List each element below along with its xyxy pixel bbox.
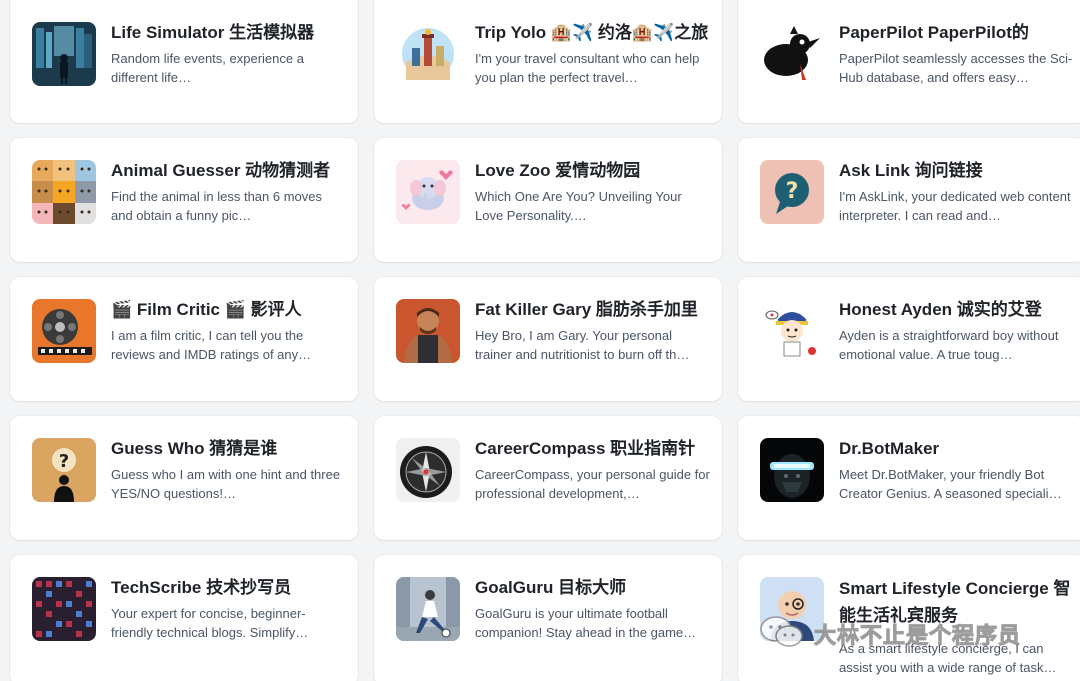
card-life-simulator[interactable]: Life Simulator 生活模拟器 Random life events,… bbox=[10, 0, 358, 123]
svg-text:?: ? bbox=[786, 179, 799, 204]
card-title: Fat Killer Gary 脂肪杀手加里 bbox=[475, 300, 698, 319]
question-bubble-thumbnail: ? bbox=[760, 160, 824, 224]
card-goalguru[interactable]: GoalGuru 目标大师 GoalGuru is your ultimate … bbox=[374, 555, 722, 681]
card-title: CareerCompass 职业指南针 bbox=[475, 439, 696, 458]
card-title: TechScribe 技术抄写员 bbox=[111, 578, 292, 597]
pink-elephant-thumbnail bbox=[396, 160, 460, 224]
watermark-text: 大林不止是个程序员 bbox=[813, 623, 1022, 649]
card-title: Animal Guesser 动物猜测者 bbox=[111, 161, 331, 180]
card-fat-killer-gary[interactable]: Fat Killer Gary 脂肪杀手加里 Hey Bro, I am Gar… bbox=[374, 277, 722, 401]
card-description: Guess who I am with one hint and three Y… bbox=[111, 467, 341, 501]
card-techscribe[interactable]: TechScribe 技术抄写员 Your expert for concise… bbox=[10, 555, 358, 681]
svg-text:?: ? bbox=[59, 451, 69, 472]
travel-globe-thumbnail bbox=[396, 22, 460, 86]
card-title: Life Simulator 生活模拟器 bbox=[111, 23, 315, 42]
card-honest-ayden[interactable]: Honest Ayden 诚实的艾登 Ayden is a straightfo… bbox=[738, 277, 1080, 401]
football-player-thumbnail bbox=[396, 577, 460, 641]
card-description: Ayden is a straightforward boy without e… bbox=[839, 328, 1059, 362]
card-animal-guesser[interactable]: Animal Guesser 动物猜测者 Find the animal in … bbox=[10, 138, 358, 262]
card-dr-botmaker[interactable]: Dr.BotMaker Meet Dr.BotMaker, your frien… bbox=[738, 416, 1080, 540]
card-ask-link[interactable]: ? Ask Link 询问链接 I'm AskLink, your dedica… bbox=[738, 138, 1080, 262]
muscle-trainer-thumbnail bbox=[396, 299, 460, 363]
card-trip-yolo[interactable]: Trip Yolo 🏨✈️ 约洛🏨✈️之旅 I'm your travel co… bbox=[374, 0, 722, 123]
card-title: Love Zoo 爱情动物园 bbox=[475, 161, 641, 180]
card-title: 🎬 Film Critic 🎬 影评人 bbox=[111, 300, 302, 319]
card-love-zoo[interactable]: Love Zoo 爱情动物园 Which One Are You? Unveil… bbox=[374, 138, 722, 262]
circuit-board-thumbnail bbox=[32, 577, 96, 641]
man-in-data-room-thumbnail bbox=[32, 22, 96, 86]
card-title: Honest Ayden 诚实的艾登 bbox=[839, 300, 1042, 319]
card-description: GoalGuru is your ultimate football compa… bbox=[475, 606, 697, 640]
card-description: Random life events, experience a differe… bbox=[111, 51, 304, 85]
film-reel-thumbnail bbox=[32, 299, 96, 363]
card-description: I'm your travel consultant who can help … bbox=[475, 51, 700, 85]
card-title: Ask Link 询问链接 bbox=[839, 161, 983, 180]
card-title: Dr.BotMaker bbox=[839, 439, 940, 458]
card-title: PaperPilot PaperPilot的 bbox=[839, 23, 1029, 42]
card-description: PaperPilot seamlessly accesses the Sci-H… bbox=[839, 51, 1073, 85]
card-description: CareerCompass, your personal guide for p… bbox=[475, 467, 710, 501]
card-guess-who[interactable]: ? Guess Who 猜猜是谁 Guess who I am with one… bbox=[10, 416, 358, 540]
card-description: Hey Bro, I am Gary. Your personal traine… bbox=[475, 328, 690, 362]
compass-thumbnail bbox=[396, 438, 460, 502]
card-career-compass[interactable]: CareerCompass 职业指南针 CareerCompass, your … bbox=[374, 416, 722, 540]
card-description: I'm AskLink, your dedicated web content … bbox=[839, 189, 1071, 223]
card-description: Your expert for concise, beginner-friend… bbox=[111, 606, 309, 640]
gpt-card-grid: Life Simulator 生活模拟器 Random life events,… bbox=[0, 0, 1080, 681]
card-description: Find the animal in less than 6 moves and… bbox=[111, 189, 322, 223]
card-title: Trip Yolo 🏨✈️ 约洛🏨✈️之旅 bbox=[475, 23, 709, 42]
wechat-icon bbox=[758, 614, 806, 655]
card-description: Which One Are You? Unveiling Your Love P… bbox=[475, 189, 682, 223]
card-paperpilot[interactable]: PaperPilot PaperPilot的 PaperPilot seamle… bbox=[738, 0, 1080, 123]
cartoon-boy-thumbnail bbox=[760, 299, 824, 363]
black-bird-thumbnail bbox=[760, 22, 824, 86]
silhouette-question-thumbnail: ? bbox=[32, 438, 96, 502]
card-title: GoalGuru 目标大师 bbox=[475, 578, 627, 597]
watermark: 大林不止是个程序员 bbox=[758, 612, 1021, 656]
card-film-critic[interactable]: 🎬 Film Critic 🎬 影评人 I am a film critic, … bbox=[10, 277, 358, 401]
card-description: Meet Dr.BotMaker, your friendly Bot Crea… bbox=[839, 467, 1062, 501]
card-title: Guess Who 猜猜是谁 bbox=[111, 439, 278, 458]
card-description: I am a film critic, I can tell you the r… bbox=[111, 328, 312, 362]
robot-visor-thumbnail bbox=[760, 438, 824, 502]
animal-faces-grid-thumbnail bbox=[32, 160, 96, 224]
